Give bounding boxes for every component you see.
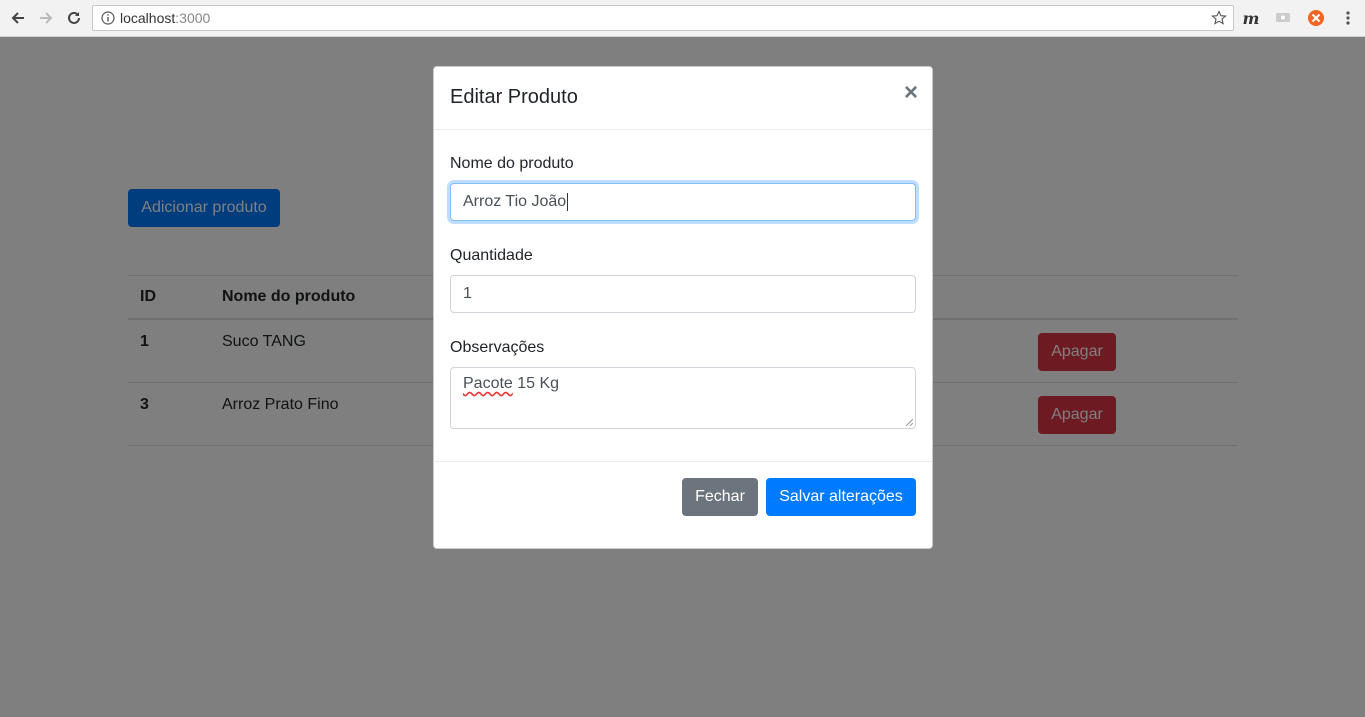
modal-title: Editar Produto: [450, 86, 578, 108]
notes-misspelled-word: Pacote: [463, 375, 513, 392]
modal-body: Nome do produto Arroz Tio João Quantidad…: [434, 130, 932, 462]
menu-dots-icon[interactable]: [1339, 9, 1357, 27]
cast-icon[interactable]: [1274, 9, 1292, 27]
url-text: localhost:3000: [120, 10, 210, 26]
product-name-input[interactable]: Arroz Tio João: [450, 183, 916, 221]
bookmark-star-icon[interactable]: [1211, 10, 1227, 26]
product-name-value: Arroz Tio João: [463, 193, 567, 210]
close-modal-button[interactable]: Fechar: [682, 478, 758, 516]
quantity-label: Quantidade: [450, 247, 533, 264]
forward-arrow-icon[interactable]: [35, 7, 57, 29]
back-arrow-icon[interactable]: [7, 7, 29, 29]
url-host: localhost: [120, 10, 176, 26]
close-icon[interactable]: ×: [904, 81, 918, 105]
modal-footer: Fechar Salvar alterações: [434, 462, 932, 549]
quantity-value: 1: [463, 285, 472, 302]
notes-textarea[interactable]: Pacote 15 Kg: [450, 367, 916, 429]
m-extension-icon[interactable]: m: [1242, 9, 1260, 28]
notes-text: 15 Kg: [512, 375, 560, 392]
browser-toolbar: localhost:3000 m: [0, 0, 1365, 37]
edit-product-modal: Editar Produto × Nome do produto Arroz T…: [433, 66, 933, 549]
modal-header: Editar Produto ×: [434, 67, 932, 130]
address-bar[interactable]: localhost:3000: [92, 5, 1234, 31]
reload-icon[interactable]: [63, 7, 85, 29]
product-name-label: Nome do produto: [450, 155, 574, 172]
url-port: :3000: [175, 10, 211, 26]
info-icon[interactable]: [101, 11, 115, 25]
save-changes-button[interactable]: Salvar alterações: [766, 478, 916, 516]
resize-handle-icon[interactable]: [905, 418, 913, 426]
notes-label: Observações: [450, 339, 545, 356]
orange-extension-icon[interactable]: [1307, 9, 1325, 27]
quantity-input[interactable]: 1: [450, 275, 916, 313]
text-caret: [567, 192, 569, 211]
